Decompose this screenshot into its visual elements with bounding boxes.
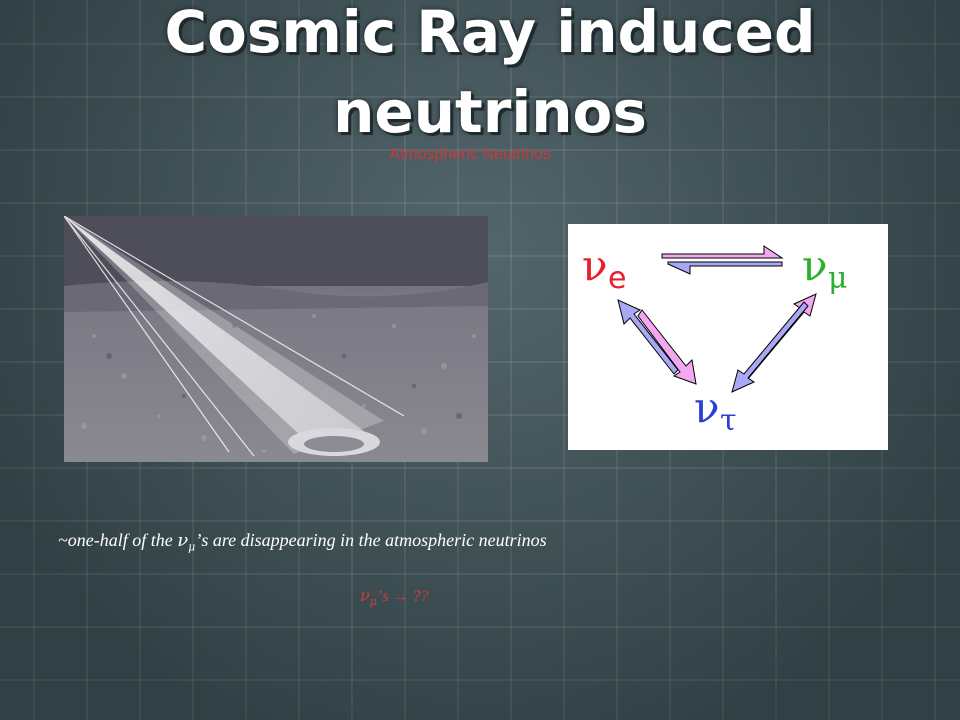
shower-illustration bbox=[64, 216, 488, 462]
arrow-mu-to-e bbox=[667, 261, 783, 275]
nu-mu-symbol: νμ bbox=[360, 586, 377, 609]
arrow-tau-to-e bbox=[617, 299, 679, 375]
svg-text:ν: ν bbox=[802, 241, 828, 290]
nu-e-label: ν e bbox=[582, 241, 626, 296]
slide-title: Cosmic Ray induced neutrinos bbox=[164, 0, 816, 146]
svg-text:ν: ν bbox=[582, 241, 608, 290]
svg-text:τ: τ bbox=[720, 403, 737, 438]
slide-subtitle: Atmospheric Neutrinos bbox=[389, 146, 551, 163]
svg-text:μ: μ bbox=[828, 261, 848, 296]
oscillation-triangle: ν e ν μ ν τ bbox=[582, 241, 848, 438]
arrow-e-to-tau bbox=[637, 309, 697, 385]
caption-suffix: ’s are disappearing in the atmospheric n… bbox=[195, 530, 547, 550]
nu-mu-symbol: νμ bbox=[177, 530, 196, 554]
nu-mu-label: ν μ bbox=[802, 241, 848, 296]
svg-text:e: e bbox=[608, 261, 626, 296]
right-arrow-icon: → bbox=[392, 588, 409, 605]
arrow-e-to-mu bbox=[661, 245, 784, 259]
arrow-mu-to-tau bbox=[731, 301, 809, 393]
disappearance-caption: ~one-half of the νμ’s are disappearing i… bbox=[58, 530, 918, 554]
oscillation-question: νμ’s → ?? bbox=[360, 586, 428, 608]
nu-tau-label: ν τ bbox=[694, 383, 737, 438]
neutrino-oscillation-diagram: ν e ν μ ν τ bbox=[568, 224, 888, 450]
svg-text:ν: ν bbox=[694, 383, 720, 432]
unknown-marks: ?? bbox=[412, 588, 429, 605]
caption-prefix: ~one-half of the bbox=[58, 530, 178, 550]
cosmic-ray-shower-image bbox=[64, 216, 488, 462]
question-suffix: ’s bbox=[376, 588, 389, 605]
slide: Cosmic Ray induced neutrinos Atmospheric… bbox=[0, 0, 960, 720]
